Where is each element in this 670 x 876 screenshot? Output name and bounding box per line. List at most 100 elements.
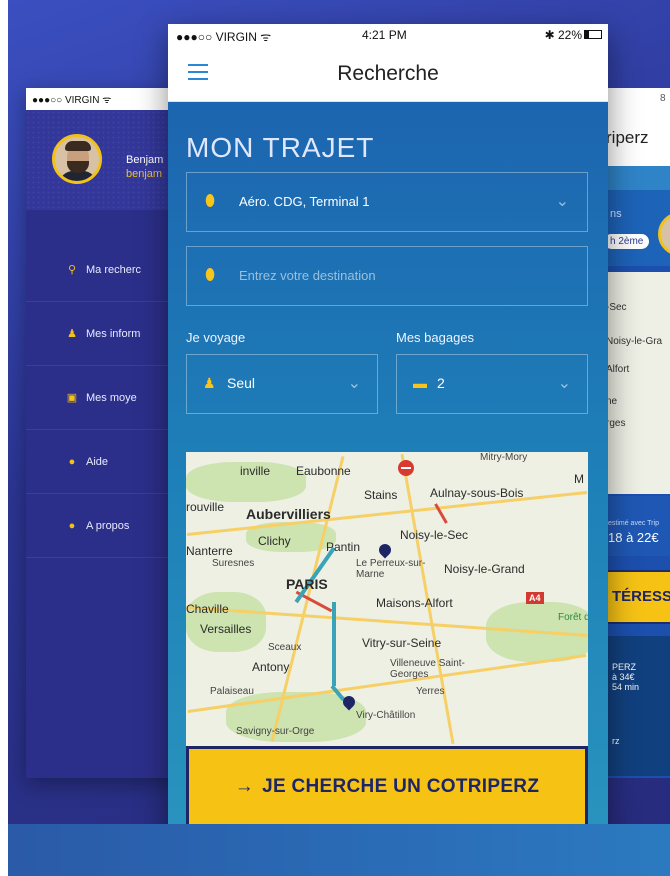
chevron-down-icon: ⌄ <box>557 375 571 392</box>
menu-item-search[interactable]: ⚲ Ma recherc <box>26 238 176 302</box>
map-label: PARIS <box>286 576 328 592</box>
map-label: rges <box>606 418 626 429</box>
map-label: Clichy <box>258 534 291 548</box>
origin-marker-icon <box>342 696 356 714</box>
right-title: riperz <box>604 110 670 166</box>
menu-item-about[interactable]: ● A propos <box>26 494 176 558</box>
location-pin-icon: ⬮ <box>205 193 216 210</box>
map-label: Noisy-le-Grand <box>444 562 525 576</box>
menu-item-profile[interactable]: ♟ Mes inform <box>26 302 176 366</box>
travel-label: Je voyage <box>186 330 246 345</box>
side-menu-screen: ●●●○○ VIRGIN ᯤ Benjam benjam ⚲ Ma recher… <box>26 88 176 778</box>
left-carrier: ●●●○○ VIRGIN ᯤ <box>32 95 112 106</box>
class-pill: h 2ème <box>604 234 650 249</box>
person-icon: ♟ <box>67 328 77 340</box>
map-label: Savigny-sur-Orge <box>236 726 315 737</box>
background-footer-band <box>8 824 670 876</box>
map-label: Suresnes <box>212 558 255 569</box>
help-icon: ● <box>68 455 76 468</box>
arrow-right-icon: → <box>234 776 255 797</box>
map-label: Mitry-Mory <box>480 452 528 463</box>
map-label: inville <box>240 464 271 478</box>
menu-item-help[interactable]: ● Aide <box>26 430 176 494</box>
right-status-bar: 8 <box>604 88 670 110</box>
menu-item-label: Ma recherc <box>86 263 142 276</box>
map-label: Yerres <box>416 686 445 697</box>
menu-item-payment[interactable]: ▣ Mes moye <box>26 366 176 430</box>
menu-item-label: Aide <box>86 455 109 468</box>
no-entry-icon <box>398 460 414 476</box>
map-label: Maisons-Alfort <box>376 596 453 610</box>
cta-label: JE CHERCHE UN COTRIPERZ <box>262 776 540 797</box>
battery-label: ✱ 22% <box>544 28 582 42</box>
route-map[interactable]: A4 inville Eaubonne Mitry-Mory M Stains … <box>186 452 588 746</box>
map-label: Noisy-le-Gra <box>606 336 663 347</box>
menu-item-label: A propos <box>86 519 130 532</box>
profile-email: benjam <box>126 168 163 180</box>
profile-header[interactable]: Benjam benjam <box>26 110 176 210</box>
map-label: Villeneuve Saint-Georges <box>390 658 465 680</box>
search-icon: ⚲ <box>67 264 77 276</box>
map-label: Le Perreux-sur-Marne <box>356 558 426 580</box>
location-pin-icon: ⬮ <box>205 267 216 284</box>
menu-item-label: Mes moye <box>86 391 137 404</box>
price-value: 18 à 22€ <box>608 530 659 545</box>
map-label: Palaiseau <box>210 686 254 697</box>
page-title: Recherche <box>337 62 439 85</box>
travelers-select[interactable]: ♟ Seul ⌄ <box>186 354 378 414</box>
info-icon: ● <box>68 519 76 532</box>
map-label: Sceaux <box>268 642 302 653</box>
bags-label: Mes bagages <box>396 330 475 345</box>
origin-field[interactable]: ⬮ Aéro. CDG, Terminal 1 ⌄ <box>186 172 588 232</box>
search-cotriperz-button[interactable]: → JE CHERCHE UN COTRIPERZ <box>186 746 588 828</box>
price-estimate: estimé avec Trip 18 à 22€ <box>604 496 670 556</box>
map-label: Nanterre <box>186 544 233 558</box>
destination-field[interactable]: ⬮ Entrez votre destination <box>186 246 588 306</box>
clock: 4:21 PM <box>362 28 407 42</box>
travelers-value: Seul <box>227 375 256 391</box>
map-label: Stains <box>364 488 398 502</box>
profile-name: Benjam <box>126 154 164 166</box>
interest-button[interactable]: TÉRESSE <box>604 570 670 624</box>
right-tab-strip <box>604 166 670 190</box>
map-label: -Sec <box>606 302 627 313</box>
map-label: Eaubonne <box>296 464 351 478</box>
status-bar: ●●●○○ VIRGIN ᯤ 4:21 PM ✱ 22% <box>168 24 608 46</box>
right-map[interactable]: -Sec Noisy-le-Gra Alfort ne rges <box>604 272 670 494</box>
map-label: Noisy-le-Sec <box>400 528 469 542</box>
map-label: Aubervilliers <box>246 506 331 522</box>
offer-line: PERZ <box>612 662 637 672</box>
chevron-down-icon: ⌄ <box>347 375 361 392</box>
map-label: Antony <box>252 660 290 674</box>
bags-value: 2 <box>437 375 445 391</box>
offer-footer: rz <box>612 736 620 746</box>
offer-price: à 34€ <box>612 672 635 682</box>
destination-placeholder: Entrez votre destination <box>239 268 376 283</box>
estimate-label: estimé avec Trip <box>608 520 659 527</box>
offer-duration: 54 min <box>612 682 640 692</box>
avatar[interactable] <box>52 134 102 184</box>
origin-value: Aéro. CDG, Terminal 1 <box>239 194 370 209</box>
chevron-down-icon: ⌄ <box>555 193 569 210</box>
offer-card[interactable]: PERZ à 34€ 54 min rz <box>604 636 670 776</box>
map-label: Pantin <box>326 540 361 554</box>
map-label: Aulnay-sous-Bois <box>430 486 524 500</box>
suitcase-icon: ▬ <box>413 375 427 391</box>
carrier-label: ●●●○○ VIRGIN ᯤ <box>176 30 272 44</box>
card-icon: ▣ <box>66 392 78 404</box>
map-label: Versailles <box>200 622 252 636</box>
battery-icon <box>584 30 602 39</box>
left-status-bar: ●●●○○ VIRGIN ᯤ <box>26 88 176 110</box>
nav-bar: Recherche <box>168 46 608 102</box>
search-screen: ●●●○○ VIRGIN ᯤ 4:21 PM ✱ 22% Recherche M… <box>168 24 608 850</box>
a4-sign: A4 <box>526 592 544 604</box>
map-label: Alfort <box>606 364 630 375</box>
bags-select[interactable]: ▬ 2 ⌄ <box>396 354 588 414</box>
menu-item-label: Mes inform <box>86 327 141 340</box>
results-screen: 8 riperz ns h 2ème -Sec Noisy-le-Gra Alf… <box>604 88 670 778</box>
right-label: ns <box>610 208 622 220</box>
map-label: Chaville <box>186 602 229 616</box>
map-label: Viry-Châtillon <box>356 710 416 721</box>
app-showcase-background: ●●●○○ VIRGIN ᯤ Benjam benjam ⚲ Ma recher… <box>8 0 670 876</box>
map-label: rouville <box>186 500 225 514</box>
